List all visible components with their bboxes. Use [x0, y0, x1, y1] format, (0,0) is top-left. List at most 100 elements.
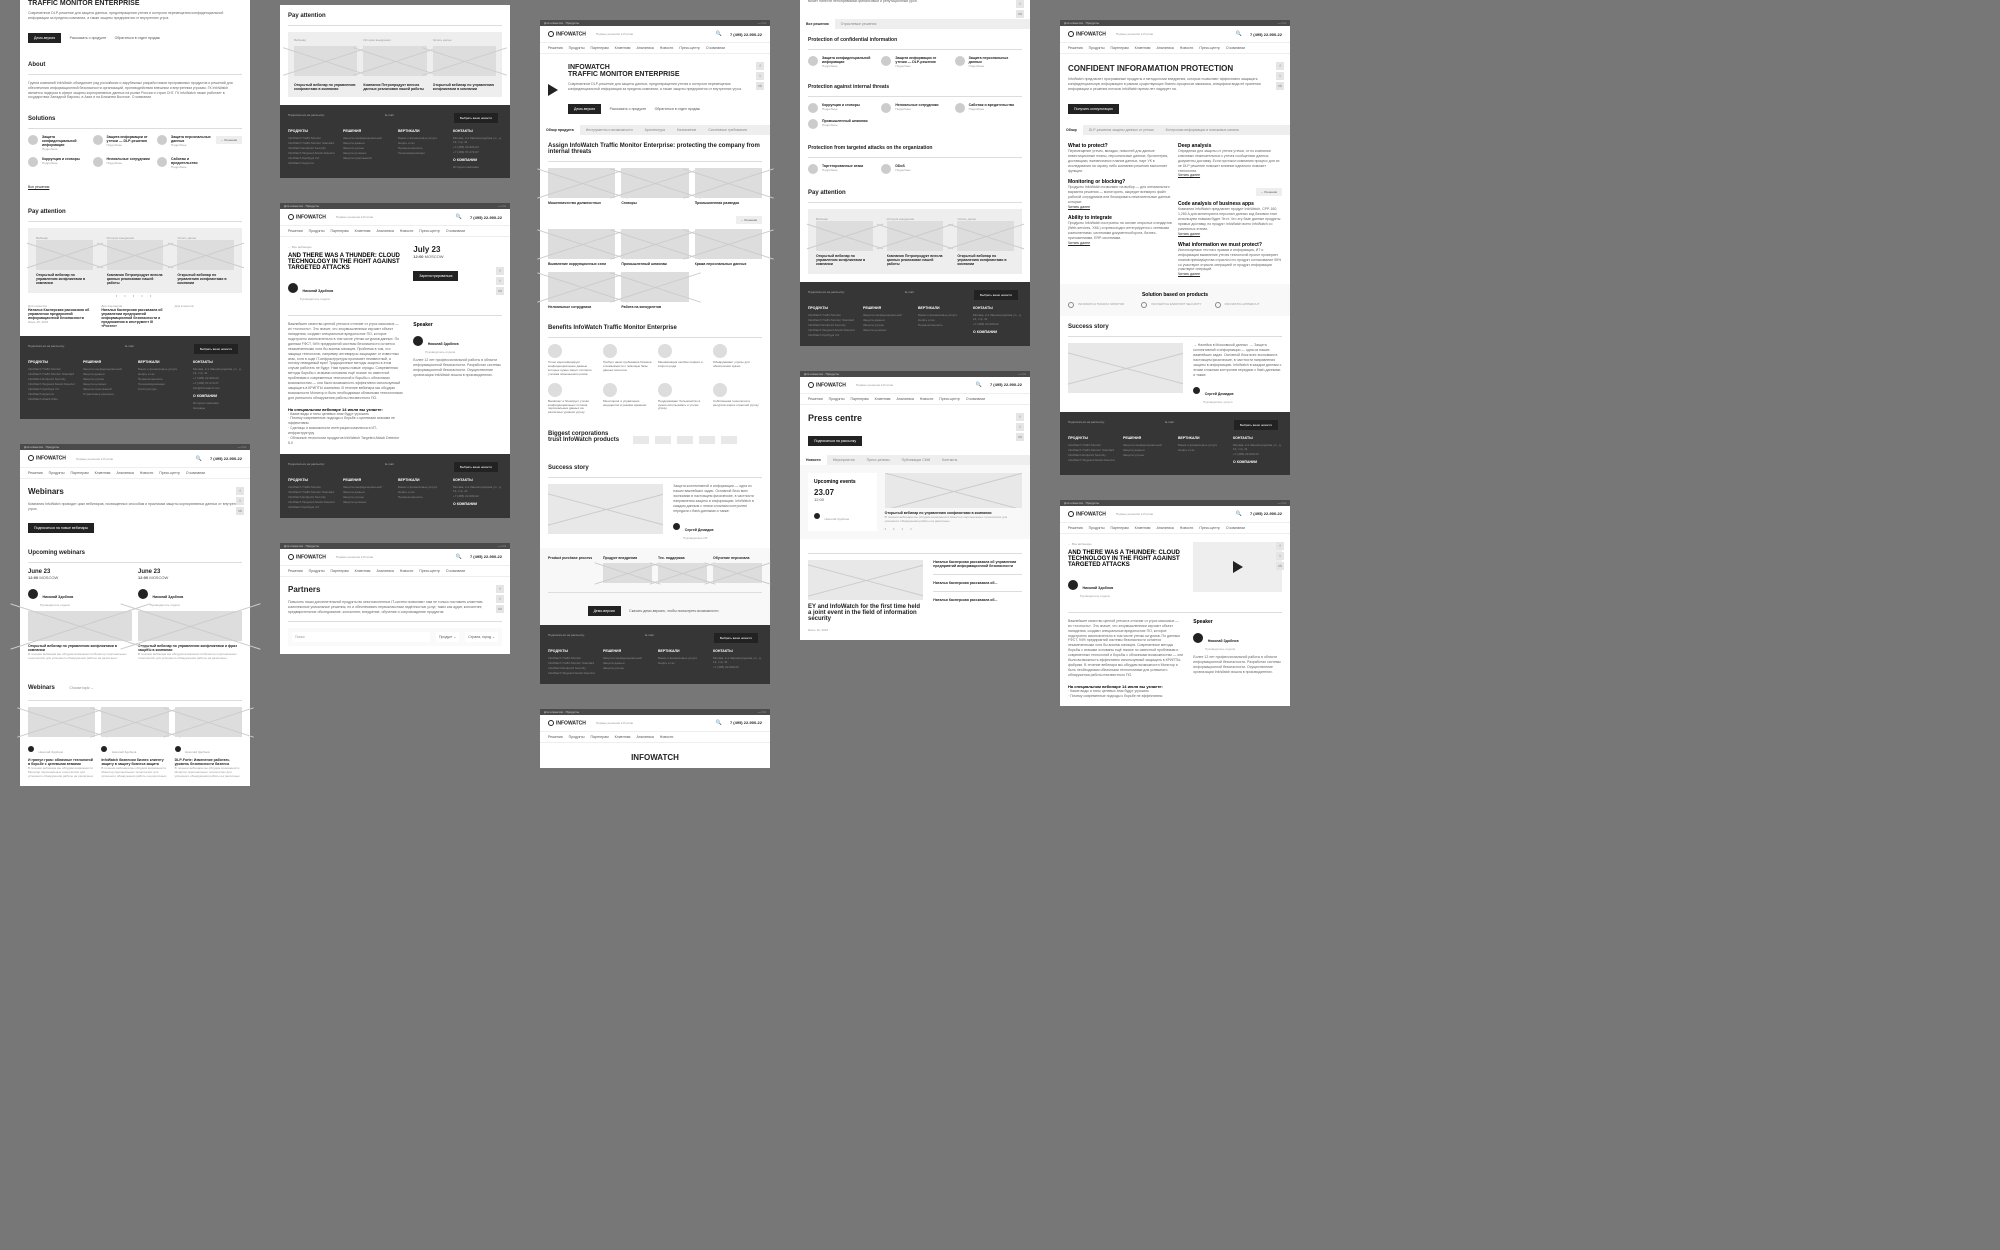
search-icon[interactable]: 🔍: [456, 214, 462, 220]
page-title: Webinars: [28, 487, 242, 496]
about-text: Группа компаний InfoWatch объединяет ряд…: [28, 81, 242, 101]
email-input[interactable]: E-mail: [125, 344, 134, 354]
carousel-dots[interactable]: • • • • •: [28, 293, 242, 298]
webinar-item[interactable]: Николай ЗдобновInfoWatch бизнесом бизнес…: [101, 707, 168, 778]
nav-item[interactable]: Продукты: [49, 471, 65, 475]
page-infowatch-header: Для клиентов · Продукты— □ × INFOWATCHПе…: [540, 709, 770, 768]
col-3: Для клиентов · Продукты— □ × INFOWATCHПе…: [540, 20, 770, 786]
breadcrumb[interactable]: ← Все вебинары: [288, 245, 403, 249]
sol-item[interactable]: Защита персональных данныхПодробнее: [157, 135, 216, 151]
tab[interactable]: Инструменты и возможности: [580, 125, 639, 135]
card-image: [548, 229, 615, 259]
video-player[interactable]: [1193, 542, 1282, 592]
footer: Подписаться на рассылку:E-mailВыбрать ва…: [280, 454, 510, 518]
breadcrumb[interactable]: ← Все вебинары: [1068, 542, 1183, 546]
card-image: [621, 229, 688, 259]
search-input[interactable]: Поиск: [292, 632, 430, 642]
card-image: [107, 240, 164, 270]
card-image: [548, 272, 615, 302]
demo-btn[interactable]: Демо-версия: [588, 606, 621, 616]
pay-card[interactable]: История внедренияКомпания Петропродукт в…: [103, 232, 168, 289]
sol-item[interactable]: Нелояльные сотрудникиПодробнее: [93, 157, 152, 169]
avatar: [175, 746, 181, 752]
share-btn[interactable]: t: [236, 497, 244, 505]
corp-logos: [633, 436, 737, 444]
news-item[interactable]: Для клиентовНаталья Касперская рассказал…: [28, 304, 95, 328]
logo[interactable]: INFOWATCH: [28, 455, 66, 461]
news-item[interactable]: Для партнеровНаталья Касперская рассказа…: [101, 304, 168, 328]
past-heading: Webinars: [28, 685, 55, 691]
pay-heading: Pay attention: [288, 13, 502, 19]
page-title: CONFIDENT INFORAMATION PROTECTION: [1068, 64, 1282, 73]
tab[interactable]: Обзор продукта: [540, 125, 580, 135]
event-image: [885, 473, 1022, 508]
sol-item[interactable]: Защита информации от утечки — DLP-решени…: [93, 135, 152, 151]
consult-btn[interactable]: Получить консультацию: [1068, 104, 1119, 114]
card-image: [621, 168, 688, 198]
webinar-card[interactable]: June 23 12:00 MOSCOW Николай ЗдобновРуко…: [138, 569, 242, 660]
sol-item[interactable]: Коррупция и сговорыПодробнее: [28, 157, 87, 169]
sol-icon: [157, 157, 167, 167]
logo[interactable]: INFOWATCH: [288, 214, 326, 220]
demo-btn[interactable]: Демо-версия: [568, 104, 601, 114]
desc: Компания InfoWatch проводит цикл вебинар…: [28, 502, 242, 512]
sol-item[interactable]: Саботаж и вредительствоПодробнее: [157, 157, 216, 169]
nav-item[interactable]: Партнерам: [71, 471, 89, 475]
carousel-dots[interactable]: • • • •: [885, 526, 1022, 531]
benefits-heading: Benefits InfoWatch Traffic Monitor Enter…: [548, 325, 762, 331]
solutions-grid: Защита конфиденциальной информацииПодроб…: [28, 135, 216, 169]
benefit-icon: [713, 383, 727, 397]
col-4: ftvk INFOWATCHINFOWATCH SOLUTIONS Решени…: [800, 20, 1030, 786]
share-btn[interactable]: f: [236, 487, 244, 495]
sol-icon: [157, 135, 167, 145]
tab[interactable]: Архитектура: [639, 125, 671, 135]
benefit-icon: [548, 344, 562, 358]
assign-heading: Assign InfoWatch Traffic Monitor Enterpr…: [548, 143, 762, 155]
solutions-pill[interactable]: ← Решения: [736, 216, 762, 224]
search-icon[interactable]: 🔍: [196, 456, 202, 462]
register-btn[interactable]: Зарегистрироваться: [413, 271, 458, 281]
topic-select[interactable]: Choose topic ⌄: [69, 686, 93, 690]
nav-item[interactable]: О компании: [186, 471, 205, 475]
card-image: [363, 46, 426, 76]
nav-item[interactable]: Аналитика: [116, 471, 133, 475]
nav-item[interactable]: Клиентам: [95, 471, 111, 475]
page-tme-full: Для клиентов · Продукты— □ × INFOWATCHПе…: [540, 20, 770, 684]
subscribe-btn[interactable]: Подписаться на новые вебинары: [28, 523, 94, 533]
webinar-item[interactable]: Николай ЗдобновИ грянул гром: облачные т…: [28, 707, 95, 778]
share-btn[interactable]: vk: [236, 507, 244, 515]
play-icon[interactable]: [548, 84, 558, 96]
all-solutions-link[interactable]: Все решения: [28, 185, 49, 189]
demo-button[interactable]: Демо-версия: [28, 33, 61, 43]
tab[interactable]: Назначение: [671, 125, 702, 135]
link-tell[interactable]: Рассказать о продукте: [70, 36, 107, 40]
pay-card[interactable]: ВебинарОткрытый вебинар по управлению ко…: [32, 232, 97, 289]
sol-item[interactable]: Защита конфиденциальной информацииПодроб…: [28, 135, 87, 151]
pay-card[interactable]: Читать далееОткрытый вебинар по управлен…: [173, 232, 238, 289]
page-title: AND THERE WAS A THUNDER: CLOUD TECHNOLOG…: [1068, 550, 1183, 568]
solutions-heading: Solutions: [28, 116, 242, 122]
link-sales[interactable]: Обратиться в отдел продаж: [115, 36, 160, 40]
nav-item[interactable]: Новости: [140, 471, 154, 475]
card-image: [177, 240, 234, 270]
avatar: [413, 336, 423, 346]
solutions-pill[interactable]: ← Решения: [216, 136, 242, 144]
product-select[interactable]: Продукт ⌄: [436, 632, 459, 642]
news-item[interactable]: Для клиентов: [175, 304, 242, 328]
avatar: [28, 589, 38, 599]
footer-btn[interactable]: Выбрать ваши новости: [194, 344, 238, 354]
webinar-card[interactable]: June 23 12:00 MOSCOW Николай ЗдобновРуко…: [28, 569, 132, 660]
benefit-icon: [603, 344, 617, 358]
webinar-item[interactable]: Николай ЗдобновDLP-Forte: Изменение рабо…: [175, 707, 242, 778]
tab[interactable]: Системные требования: [702, 125, 752, 135]
nav-item[interactable]: Пресс-центр: [159, 471, 179, 475]
footer: Подписаться на рассылку:E-mailВыбрать ва…: [540, 625, 770, 684]
subscribe-btn[interactable]: Подписаться на рассылку: [808, 436, 862, 446]
benefit-icon: [658, 344, 672, 358]
page-press: Для клиентов · Продукты— □ × INFOWATCHПе…: [800, 371, 1030, 640]
card-image: [294, 46, 357, 76]
benefit-icon: [603, 383, 617, 397]
avatar: [138, 589, 148, 599]
nav-item[interactable]: Решения: [28, 471, 43, 475]
country-select[interactable]: Страна, город ⌄: [465, 632, 498, 642]
